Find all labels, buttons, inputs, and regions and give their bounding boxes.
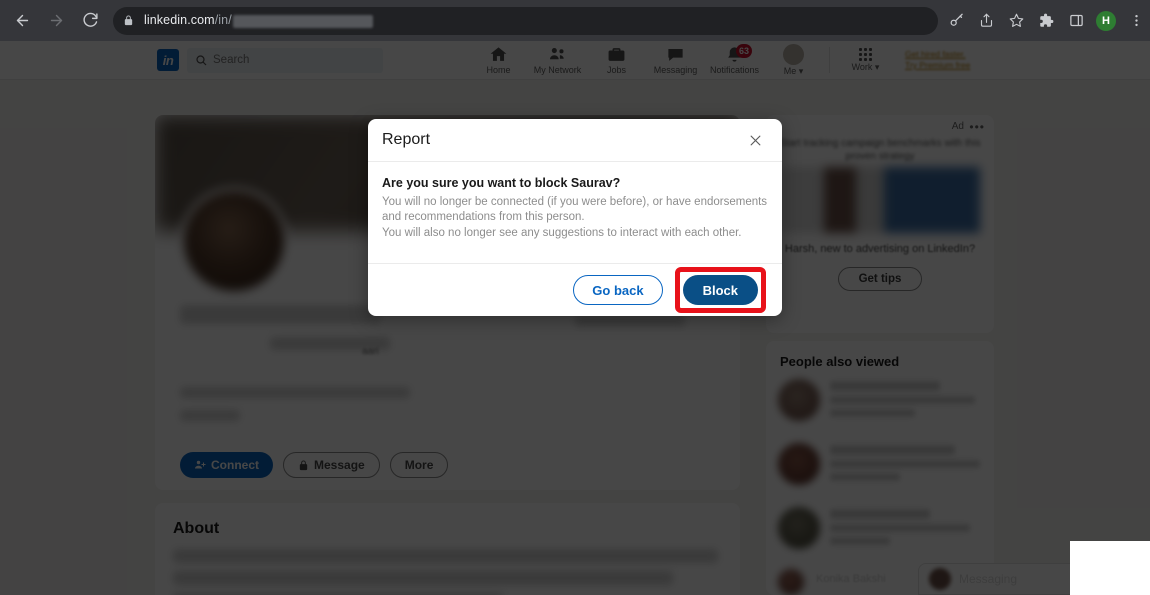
forward-arrow-icon[interactable] bbox=[40, 5, 72, 37]
key-icon[interactable] bbox=[942, 7, 970, 35]
dialog-body: Are you sure you want to block Saurav? Y… bbox=[368, 162, 782, 241]
three-dot-menu-icon[interactable] bbox=[1122, 7, 1150, 35]
white-overlay-patch bbox=[1070, 541, 1150, 595]
browser-toolbar-actions: H bbox=[942, 7, 1150, 35]
share-icon[interactable] bbox=[972, 7, 1000, 35]
browser-toolbar: linkedin.com/in/ H bbox=[0, 0, 1150, 41]
url-domain: linkedin.com bbox=[144, 13, 215, 28]
go-back-button[interactable]: Go back bbox=[573, 275, 663, 305]
bookmark-star-icon[interactable] bbox=[1002, 7, 1030, 35]
report-block-dialog: Report Are you sure you want to block Sa… bbox=[368, 119, 782, 316]
dialog-title: Report bbox=[382, 131, 431, 148]
dialog-footer: Go back Block bbox=[368, 263, 782, 316]
dialog-header: Report bbox=[368, 119, 782, 162]
url-path: /in/ bbox=[214, 13, 232, 28]
reload-icon[interactable] bbox=[74, 5, 106, 37]
navigation-buttons bbox=[0, 5, 106, 37]
lock-icon bbox=[123, 15, 134, 26]
back-arrow-icon[interactable] bbox=[6, 5, 38, 37]
side-panel-icon[interactable] bbox=[1062, 7, 1090, 35]
avatar-initial: H bbox=[1096, 10, 1116, 31]
dialog-paragraph-1: You will no longer be connected (if you … bbox=[382, 196, 768, 223]
dialog-question: Are you sure you want to block Saurav? bbox=[382, 176, 621, 190]
close-x-icon[interactable] bbox=[742, 127, 768, 153]
extensions-puzzle-icon[interactable] bbox=[1032, 7, 1060, 35]
block-button[interactable]: Block bbox=[682, 275, 758, 305]
dialog-paragraph-2: You will also no longer see any suggesti… bbox=[382, 227, 742, 239]
url-redacted-slug bbox=[232, 14, 373, 28]
page-viewport: in Search Home My Network Jobs Messaging bbox=[0, 41, 1150, 595]
browser-profile-avatar[interactable]: H bbox=[1092, 7, 1120, 35]
block-button-highlight: Block bbox=[674, 267, 766, 313]
url-text: linkedin.com/in/ bbox=[144, 13, 373, 28]
address-bar[interactable]: linkedin.com/in/ bbox=[113, 6, 938, 35]
